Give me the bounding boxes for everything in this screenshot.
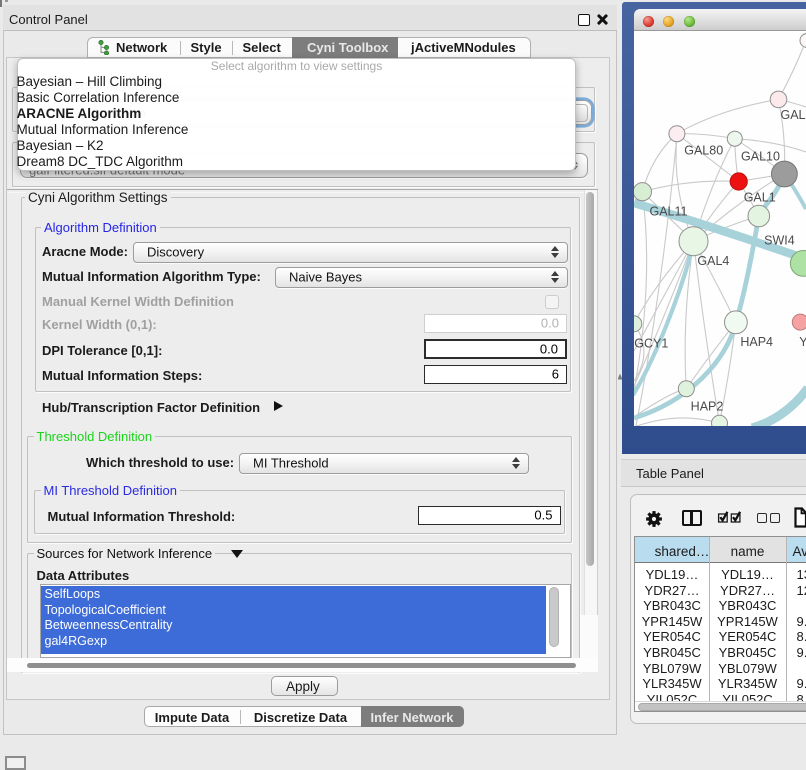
svg-text:HAP4: HAP4 <box>740 335 773 349</box>
svg-text:GAL10: GAL10 <box>741 150 780 164</box>
svg-text:GAL11: GAL11 <box>650 204 688 218</box>
svg-text:GCY1: GCY1 <box>634 337 668 351</box>
svg-text:SWI4: SWI4 <box>764 234 795 248</box>
svg-text:GAL7: GAL7 <box>781 108 806 122</box>
svg-text:GAL80: GAL80 <box>684 144 723 158</box>
svg-text:YM: YM <box>799 335 806 349</box>
svg-text:GAL1: GAL1 <box>744 190 776 204</box>
svg-text:GAL4: GAL4 <box>697 254 729 268</box>
svg-text:HAP2: HAP2 <box>691 400 724 414</box>
